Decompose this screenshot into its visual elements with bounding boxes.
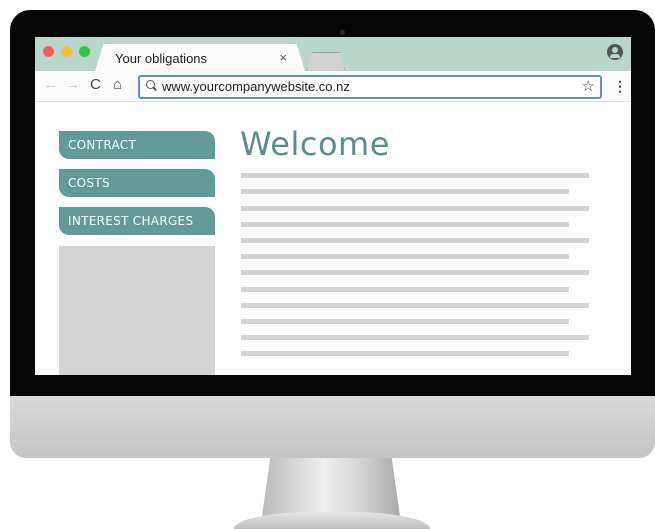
nav-button-interest-charges[interactable]: INTEREST CHARGES — [59, 207, 215, 235]
browser-window: Your obligations × ← → C ⌂ www.yourcompa… — [35, 37, 631, 375]
browser-toolbar: ← → C ⌂ www.yourcompanywebsite.co.nz ☆ ⋮ — [35, 71, 631, 102]
maximize-window-button[interactable] — [79, 46, 90, 57]
text-line-placeholder — [241, 303, 589, 308]
text-line-placeholder — [241, 287, 569, 292]
nav-button-contract[interactable]: CONTRACT — [59, 131, 215, 159]
text-line-placeholder — [241, 319, 569, 324]
reload-icon[interactable]: C — [90, 77, 101, 93]
close-window-button[interactable] — [43, 46, 54, 57]
text-line-placeholder — [241, 270, 589, 275]
tab-title: Your obligations — [115, 51, 208, 66]
text-line-placeholder — [241, 254, 569, 259]
tab-close-icon[interactable]: × — [279, 50, 287, 65]
text-line-placeholder — [241, 222, 569, 227]
monitor-chin — [10, 396, 655, 458]
forward-icon[interactable]: → — [65, 77, 80, 93]
page-heading: Welcome — [240, 125, 390, 163]
text-line-placeholder — [241, 173, 589, 178]
search-icon — [146, 80, 155, 89]
profile-icon[interactable] — [607, 44, 623, 60]
sidebar-placeholder — [59, 246, 215, 375]
text-line-placeholder — [241, 206, 589, 211]
bookmark-star-icon[interactable]: ☆ — [582, 77, 595, 95]
monitor-stand — [262, 458, 400, 516]
new-tab-button[interactable] — [307, 52, 345, 70]
text-line-placeholder — [241, 238, 589, 243]
address-bar[interactable]: www.yourcompanywebsite.co.nz ☆ — [138, 75, 602, 99]
text-line-placeholder — [241, 335, 589, 340]
tab-strip: Your obligations × — [35, 37, 631, 71]
camera-dot — [340, 30, 345, 35]
nav-button-costs[interactable]: COSTS — [59, 169, 215, 197]
browser-menu-icon[interactable]: ⋮ — [613, 79, 627, 93]
url-text: www.yourcompanywebsite.co.nz — [162, 79, 350, 94]
minimize-window-button[interactable] — [61, 46, 72, 57]
text-line-placeholder — [241, 351, 569, 356]
back-icon[interactable]: ← — [43, 77, 58, 93]
text-line-placeholder — [241, 189, 569, 194]
home-icon[interactable]: ⌂ — [113, 77, 122, 93]
tab-active[interactable]: Your obligations × — [95, 44, 305, 71]
